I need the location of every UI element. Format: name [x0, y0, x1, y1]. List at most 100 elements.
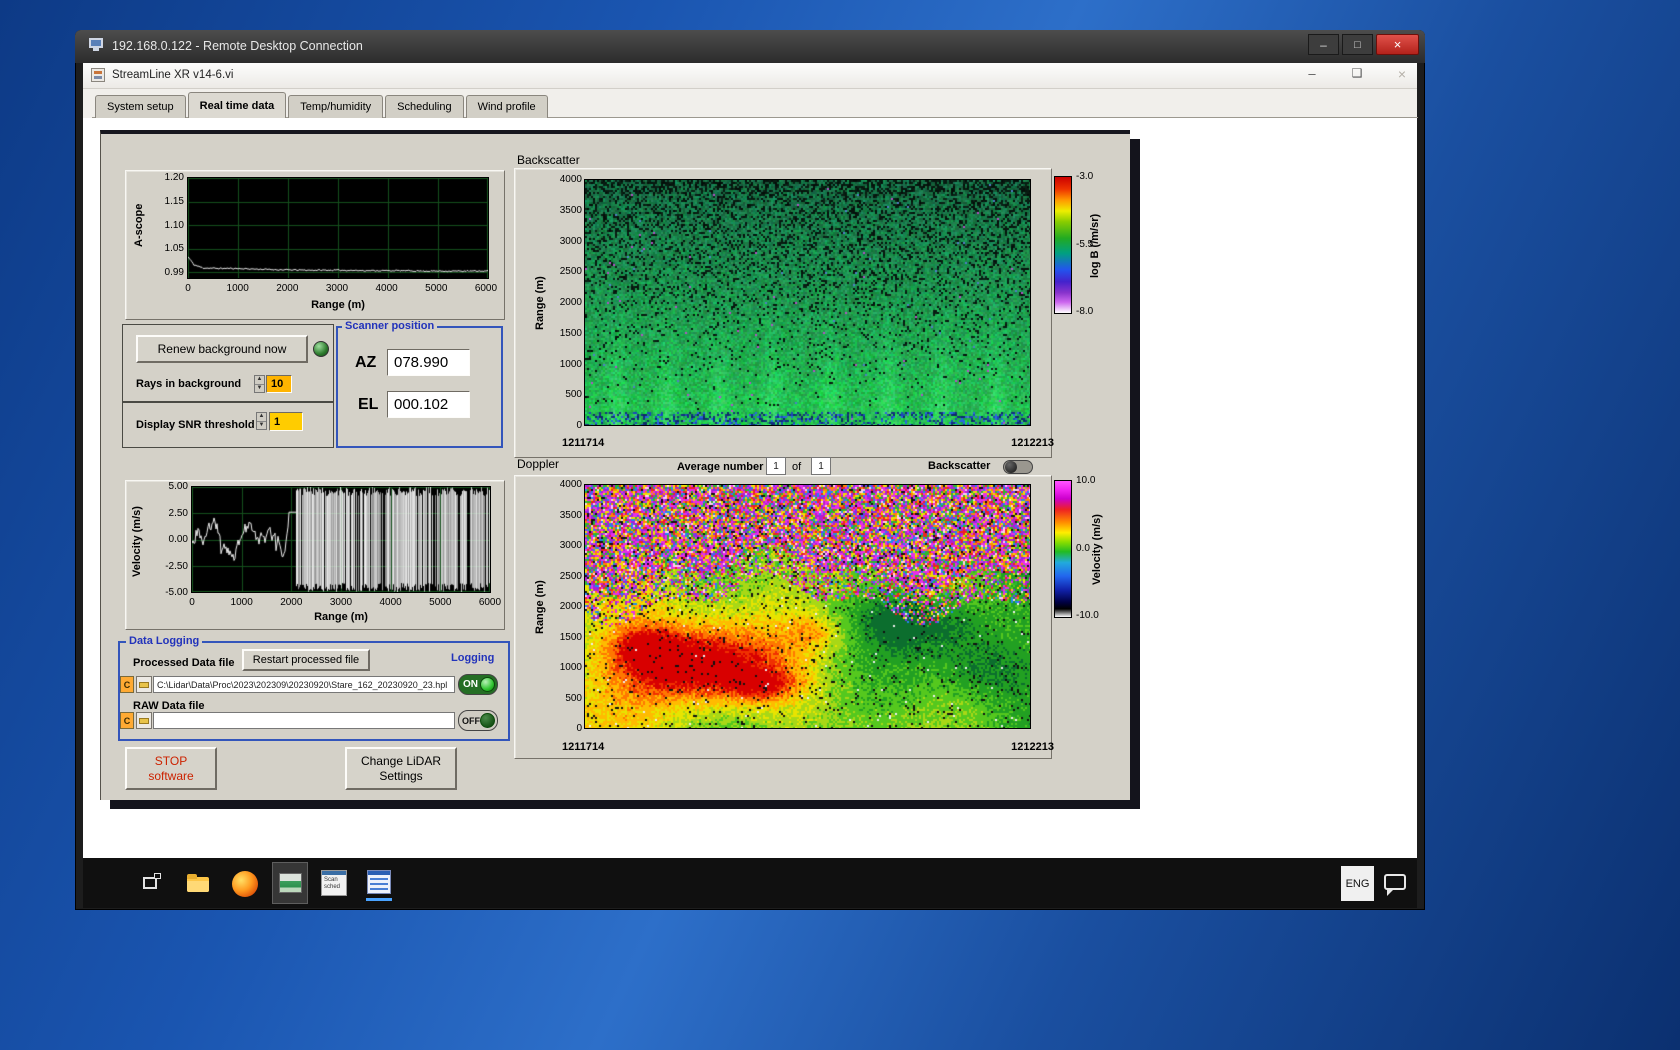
doppler-heatmap-canvas	[585, 485, 1030, 728]
velocity-plot	[191, 486, 491, 593]
restart-processed-file-button[interactable]: Restart processed file	[242, 649, 370, 671]
renew-led-indicator	[313, 341, 329, 357]
tab-wind-profile[interactable]: Wind profile	[465, 95, 548, 118]
scanner-position-title: Scanner position	[342, 320, 438, 332]
raw-logging-toggle[interactable]: OFF	[458, 710, 498, 731]
doppler-colorbar-label: Velocity (m/s)	[1091, 514, 1103, 586]
toggle-led-on	[480, 677, 495, 692]
processed-browse-button[interactable]	[136, 676, 152, 693]
average-number-label: Average number	[677, 461, 764, 473]
task-view-button[interactable]	[140, 873, 162, 895]
velocity-x-axis-label: Range (m)	[314, 611, 368, 623]
app-title: StreamLine XR v14-6.vi	[112, 69, 234, 81]
tab-temp-humidity[interactable]: Temp/humidity	[288, 95, 384, 118]
backscatter-title: Backscatter	[517, 153, 580, 167]
spin-down-icon[interactable]: ▼	[257, 422, 266, 430]
renew-background-button[interactable]: Renew background now	[136, 335, 308, 363]
spin-down-icon[interactable]: ▼	[255, 385, 264, 393]
scanner-position-group	[336, 326, 503, 448]
data-logging-title: Data Logging	[126, 635, 203, 647]
rdp-taskbar-button[interactable]	[272, 862, 308, 904]
schedule-app-button[interactable]	[366, 870, 392, 901]
backscatter-toggle-label: Backscatter	[928, 460, 991, 472]
average-number-field[interactable]: 1	[766, 457, 786, 475]
velocity-y-axis-label: Velocity (m/s)	[131, 506, 143, 578]
snr-value-field[interactable]: 1	[269, 412, 303, 431]
change-lidar-settings-button[interactable]: Change LiDAR Settings	[345, 747, 457, 790]
rdp-minimize-button[interactable]: –	[1308, 34, 1339, 55]
ascope-y-ticks: 1.20 1.15 1.10 1.05 0.99	[164, 172, 184, 278]
toggle-led-off	[480, 713, 495, 728]
velocity-canvas	[192, 487, 490, 592]
average-total-field[interactable]: 1	[811, 457, 831, 475]
average-of-label: of	[792, 461, 802, 473]
app-restore-button[interactable]: ❑	[1345, 66, 1369, 84]
rdp-close-button[interactable]: ×	[1376, 34, 1419, 55]
ascope-plot	[187, 177, 489, 279]
scan-scheduler-button[interactable]: Scan sched	[321, 870, 347, 896]
restore-icon: ❑	[1351, 66, 1363, 80]
processed-data-file-label: Processed Data file	[133, 657, 235, 669]
velocity-x-ticks: 0 1000 2000 3000 4000 5000 6000	[189, 597, 502, 608]
maximize-icon: □	[1354, 38, 1361, 51]
file-explorer-button[interactable]	[186, 873, 210, 895]
folder-icon	[139, 718, 149, 724]
logging-label: Logging	[451, 652, 495, 664]
spin-up-icon[interactable]: ▲	[257, 413, 266, 422]
raw-browse-button[interactable]	[136, 712, 152, 729]
el-value-field: 000.102	[387, 391, 470, 418]
chat-icon	[1384, 874, 1406, 890]
raw-data-file-label: RAW Data file	[133, 700, 205, 712]
open-app-indicator	[366, 898, 392, 901]
chat-button[interactable]	[1384, 872, 1408, 896]
backscatter-y-ticks: 4000 3500 3000 2500 2000 1500 1000 500 0	[559, 174, 582, 431]
close-icon: ×	[1393, 37, 1402, 52]
backscatter-x-start: 1211714	[562, 437, 605, 449]
app-titlebar[interactable]	[83, 63, 1417, 89]
ascope-y-axis-label: A-scope	[133, 203, 145, 247]
language-button[interactable]: ENG	[1341, 866, 1374, 901]
processed-path-field[interactable]: C:\Lidar\Data\Proc\2023\202309\20230920\…	[153, 676, 455, 693]
rays-value-field[interactable]: 10	[266, 375, 292, 393]
raw-path-field[interactable]	[153, 712, 455, 729]
backscatter-colorbar-label: log B (/m/sr)	[1089, 213, 1101, 278]
ascope-x-ticks: 0 1000 2000 3000 4000 5000 6000	[185, 283, 498, 294]
doppler-x-end: 1212213	[1011, 741, 1054, 753]
minimize-icon: –	[1308, 66, 1316, 81]
app-minimize-button[interactable]: –	[1300, 66, 1324, 84]
spin-up-icon[interactable]: ▲	[255, 376, 264, 385]
tab-real-time-data[interactable]: Real time data	[187, 92, 287, 118]
tab-bar: System setup Real time data Temp/humidit…	[95, 92, 550, 118]
ascope-x-axis-label: Range (m)	[311, 299, 365, 311]
backscatter-x-end: 1212213	[1011, 437, 1054, 449]
processed-logging-toggle[interactable]: ON	[458, 674, 498, 695]
raw-drive-box[interactable]: C	[120, 712, 134, 729]
tab-system-setup[interactable]: System setup	[95, 95, 186, 118]
snr-spinner[interactable]: ▲ ▼	[256, 412, 267, 430]
tab-scheduling[interactable]: Scheduling	[385, 95, 464, 118]
minimize-icon: –	[1320, 37, 1327, 52]
backscatter-x-ticks: 1211714 1212213	[562, 437, 1054, 450]
scan-scheduler-icon: Scan sched	[321, 870, 347, 896]
close-icon: ×	[1397, 66, 1407, 82]
stop-software-button[interactable]: STOP software	[125, 747, 217, 790]
folder-icon	[139, 682, 149, 688]
rdp-maximize-button[interactable]: □	[1342, 34, 1373, 55]
az-label: AZ	[355, 354, 377, 371]
doppler-title: Doppler	[517, 457, 560, 471]
processed-drive-box[interactable]: C	[120, 676, 134, 693]
backscatter-heatmap-plot	[584, 179, 1031, 426]
doppler-x-start: 1211714	[562, 741, 605, 753]
backscatter-heatmap-canvas	[585, 180, 1030, 425]
toggle-knob	[1005, 461, 1017, 473]
el-label: EL	[358, 396, 379, 413]
app-close-button[interactable]: ×	[1390, 66, 1414, 84]
rays-in-background-label: Rays in background	[136, 378, 242, 390]
doppler-colorbar	[1054, 480, 1072, 618]
doppler-x-ticks: 1211714 1212213	[562, 741, 1054, 754]
labview-app-icon	[91, 68, 105, 82]
doppler-heatmap-plot	[584, 484, 1031, 729]
rays-spinner[interactable]: ▲ ▼	[254, 375, 265, 393]
firefox-button[interactable]	[232, 871, 258, 897]
backscatter-display-toggle[interactable]	[1003, 460, 1033, 474]
